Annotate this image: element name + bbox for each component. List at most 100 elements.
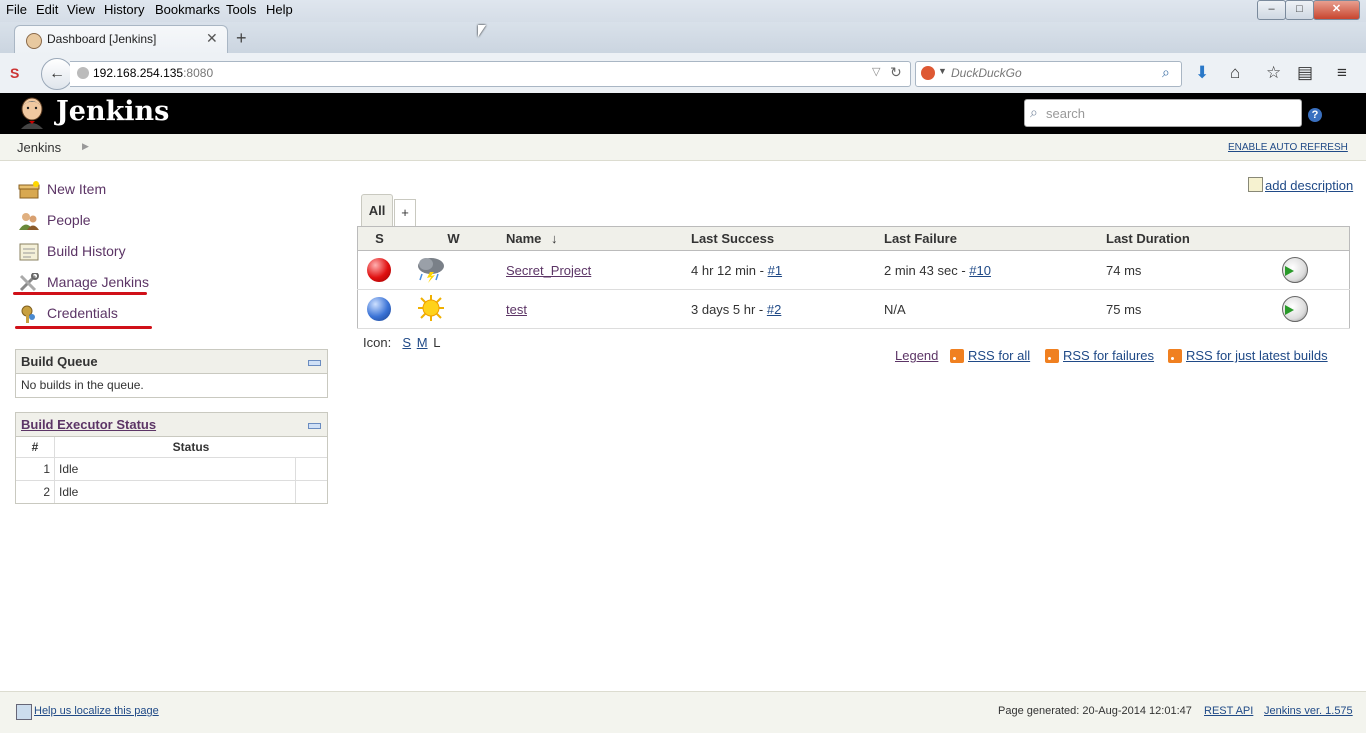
menu-tools[interactable]: Tools — [226, 2, 256, 17]
menu-file[interactable]: File — [6, 2, 27, 17]
legend-link[interactable]: Legend — [895, 348, 938, 363]
status-red-ball-icon[interactable] — [367, 258, 391, 282]
manage-jenkins-icon — [19, 273, 39, 292]
executor-status: Idle — [54, 480, 296, 503]
job-name-cell: test — [506, 289, 691, 329]
rest-api-link[interactable]: REST API — [1204, 705, 1253, 717]
job-last-success: 4 hr 12 min - #1 — [691, 250, 884, 290]
schedule-build-icon[interactable] — [1282, 257, 1308, 283]
downloads-icon[interactable]: ⬇ — [1195, 63, 1209, 83]
maximize-button[interactable]: □ — [1285, 0, 1314, 20]
icon-size-s[interactable]: S — [402, 335, 411, 350]
jenkins-favicon-icon — [26, 33, 42, 49]
weather-storm-icon[interactable] — [416, 255, 446, 283]
home-icon[interactable]: ⌂ — [1230, 63, 1240, 83]
annotation-underline — [15, 326, 152, 329]
build-queue-pane: Build Queue No builds in the queue. — [15, 349, 328, 398]
jenkins-search-box[interactable]: ⌕ search — [1024, 99, 1302, 127]
menu-help[interactable]: Help — [266, 2, 293, 17]
schedule-build-icon[interactable] — [1282, 296, 1308, 322]
browser-search-bar[interactable]: ▼ DuckDuckGo ⌕ — [915, 61, 1182, 87]
hamburger-menu-icon[interactable]: ≡ — [1337, 63, 1347, 83]
col-last-success[interactable]: Last Success — [691, 226, 884, 251]
footer: Help us localize this page Page generate… — [0, 691, 1366, 733]
job-link-secret-project[interactable]: Secret_Project — [506, 263, 591, 278]
job-last-success: 3 days 5 hr - #2 — [691, 289, 884, 329]
tab-title: Dashboard [Jenkins] — [47, 32, 157, 46]
executor-row: 2 Idle — [16, 480, 327, 503]
new-tab-button[interactable]: + — [236, 28, 247, 49]
page-generated-text: Page generated: 20-Aug-2014 12:01:47 — [998, 705, 1192, 717]
job-weather-cell — [401, 250, 506, 290]
breadcrumb-jenkins[interactable]: Jenkins — [17, 140, 61, 155]
executor-col-num: # — [16, 437, 55, 458]
addon-icon[interactable]: S — [10, 65, 19, 81]
build-queue-empty: No builds in the queue. — [21, 378, 144, 392]
browser-menubar: File Edit View History Bookmarks Tools H… — [0, 0, 1366, 22]
browser-search-input[interactable]: DuckDuckGo — [951, 66, 1022, 80]
menu-view[interactable]: View — [67, 2, 95, 17]
bookmark-star-icon[interactable]: ☆ — [1266, 63, 1281, 83]
build-executor-status-link[interactable]: Build Executor Status — [21, 417, 156, 432]
build-executor-pane: Build Executor Status # Status 1 Idle 2 … — [15, 412, 328, 504]
build-link[interactable]: #1 — [768, 263, 782, 278]
col-weather[interactable]: W — [401, 226, 506, 251]
bookmarks-menu-icon[interactable]: ▤ — [1297, 63, 1313, 83]
job-status-cell — [357, 289, 401, 329]
reload-icon[interactable]: ↻ — [890, 64, 902, 81]
help-icon[interactable]: ? — [1308, 108, 1322, 122]
menu-history[interactable]: History — [104, 2, 144, 17]
people-icon — [19, 213, 39, 230]
rss-icon — [950, 349, 964, 363]
add-view-tab[interactable]: + — [394, 199, 416, 226]
minimize-button[interactable]: – — [1257, 0, 1286, 20]
col-status[interactable]: S — [357, 226, 401, 251]
col-last-failure[interactable]: Last Failure — [884, 226, 1106, 251]
job-link-test[interactable]: test — [506, 302, 527, 317]
jenkins-search-input[interactable]: search — [1046, 106, 1085, 121]
back-button[interactable]: ← — [41, 58, 73, 90]
jenkins-version-link[interactable]: Jenkins ver. 1.575 — [1264, 705, 1353, 717]
new-item-icon — [18, 181, 40, 199]
site-identity-icon[interactable] — [77, 67, 89, 79]
executor-row: 1 Idle — [16, 457, 327, 481]
collapse-icon[interactable] — [308, 423, 321, 429]
job-build-cell — [1279, 289, 1350, 329]
collapse-icon[interactable] — [308, 360, 321, 366]
edit-description-icon — [1248, 177, 1263, 192]
job-last-failure: N/A — [884, 289, 1106, 329]
menu-edit[interactable]: Edit — [36, 2, 58, 17]
breadcrumb-arrow-icon[interactable]: ▶ — [82, 141, 89, 152]
build-queue-header: Build Queue — [16, 350, 327, 374]
projects-header-row: S W Name ↓ Last Success Last Failure Las… — [357, 226, 1350, 251]
add-description-link[interactable]: add description — [1248, 177, 1353, 193]
build-link[interactable]: #10 — [969, 263, 991, 278]
url-bar[interactable]: 192.168.254.135:8080 ▽ ↻ — [70, 61, 911, 87]
jenkins-title[interactable]: Jenkins — [56, 96, 169, 127]
search-engine-dropdown-icon[interactable]: ▼ — [938, 66, 947, 76]
rss-failures-link[interactable]: RSS for failures — [1045, 348, 1154, 363]
menu-bookmarks[interactable]: Bookmarks — [155, 2, 220, 17]
tab-all[interactable]: All — [361, 194, 393, 226]
search-icon[interactable]: ⌕ — [1162, 64, 1170, 81]
close-window-button[interactable]: ✕ — [1313, 0, 1360, 20]
col-name[interactable]: Name ↓ — [506, 226, 691, 251]
col-last-duration[interactable]: Last Duration — [1106, 226, 1279, 251]
duckduckgo-icon[interactable] — [921, 66, 935, 80]
browser-tab[interactable]: Dashboard [Jenkins] ✕ — [14, 25, 228, 54]
mouse-cursor-icon — [478, 25, 486, 37]
status-blue-ball-icon[interactable] — [367, 297, 391, 321]
url-dropdown-icon[interactable]: ▽ — [872, 65, 880, 78]
search-icon: ⌕ — [1030, 104, 1038, 120]
rss-all-link[interactable]: RSS for all — [950, 348, 1030, 363]
enable-auto-refresh-link[interactable]: ENABLE AUTO REFRESH — [1228, 142, 1348, 153]
localize-link[interactable]: Help us localize this page — [34, 705, 159, 717]
rss-latest-link[interactable]: RSS for just latest builds — [1168, 348, 1328, 363]
build-link[interactable]: #2 — [767, 302, 781, 317]
icon-size-m[interactable]: M — [417, 335, 428, 350]
executor-table: # Status 1 Idle 2 Idle — [16, 437, 327, 503]
weather-sunny-icon[interactable] — [416, 294, 446, 322]
close-tab-icon[interactable]: ✕ — [206, 30, 218, 47]
jenkins-logo-icon[interactable] — [18, 97, 46, 129]
job-status-cell — [357, 250, 401, 290]
